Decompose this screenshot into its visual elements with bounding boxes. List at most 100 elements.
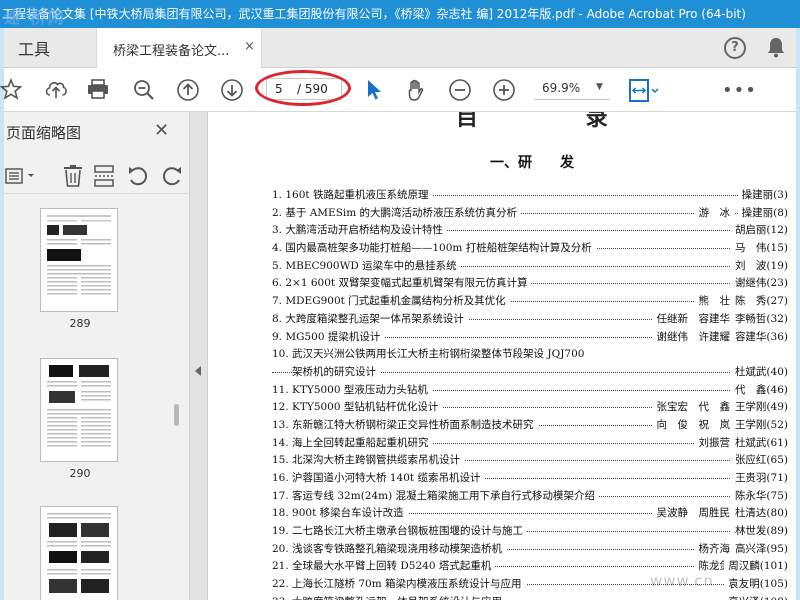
toc-entry-author-page: 操建丽(3)	[737, 187, 788, 202]
toc-entry[interactable]: 10. 武汉天兴洲公铁两用长江大桥主桁钢桁梁整体节段架设 JQJ700	[272, 345, 788, 363]
star-icon[interactable]	[0, 77, 23, 104]
toc-entry-author-page: 陈永华(75)	[730, 487, 788, 503]
help-icon[interactable]: ?	[724, 37, 746, 59]
tab-document[interactable]: 桥梁工程装备论文... ×	[96, 28, 262, 68]
thumbnail-scrollbar[interactable]	[172, 212, 182, 600]
toc-entry[interactable]: 11. KTY5000 型液压动力头钻机 代 鑫(46)	[272, 381, 788, 399]
thumbnail-page-number: 290	[69, 467, 91, 480]
toc-entry[interactable]: 20. 浅谈客专铁路整孔箱梁现浇用移动模架造桥机 杨齐海 高兴泽(95)	[272, 540, 788, 558]
thumbnail-panel: 页面缩略图 ✕ 289 290	[4, 112, 190, 600]
zoom-select[interactable]: 69.9% ▼	[534, 78, 610, 100]
more-icon[interactable]: •••	[722, 80, 757, 101]
search-zoom-icon[interactable]	[132, 78, 156, 106]
chevron-down-icon: ▼	[596, 82, 603, 92]
toc-entry[interactable]: 23. 大跨度箱梁整孔运架一体吊架系统设计与应用 高兴泽(108)	[272, 593, 788, 600]
toc-entry-coauthors: 刘振营	[694, 434, 734, 450]
toc-entry[interactable]: 9. MG500 提梁机设计 谢继伟 许建耀 容建华(36)	[272, 328, 788, 346]
toc-entry[interactable]: 13. 东新赣江特大桥钢桁梁正交异性桥面系制造技术研究 向 俊 祝 岚王学刚(52…	[272, 416, 788, 434]
toc-entry-author-page: 高兴泽(95)	[730, 540, 788, 556]
page-thumbnail[interactable]	[40, 358, 118, 462]
toc-entry[interactable]: 8. 大跨度箱梁整孔运架一体吊架系统设计 任继新 容建华 李畅哲(32)	[272, 310, 788, 328]
section-title: 一、研 发	[490, 155, 574, 171]
toc-entry-title: 23. 大跨度箱梁整孔运架一体吊架系统设计与应用	[272, 593, 507, 600]
toc-entry[interactable]: 架桥机的研究设计 杜斌武(40)	[272, 363, 788, 381]
toc-entry-title: 架桥机的研究设计	[292, 363, 380, 379]
scrollbar-thumb[interactable]	[174, 404, 179, 426]
page-down-icon[interactable]	[220, 78, 244, 106]
tab-tools[interactable]: 工具	[18, 36, 50, 60]
toc-entry-title: 17. 客运专线 32m(24m) 混凝土箱梁施工用下承自行式移动模架介绍	[272, 487, 600, 503]
print-icon[interactable]	[86, 78, 110, 104]
toc-entry[interactable]: 16. 沪蓉国道小河特大桥 140t 缆索吊机设计 王贵羽(71)	[272, 469, 788, 487]
toc-entry[interactable]: 19. 二七路长江大桥主墩承台钢板桩围堰的设计与施工 林世发(89)	[272, 522, 788, 540]
zoom-value: 69.9%	[542, 81, 581, 95]
table-of-contents: 1. 160t 铁路起重机液压系统原理 操建丽(3) 2. 基于 AMESim 的大…	[272, 186, 788, 600]
toc-entry-coauthors: 吴波静 周胜民	[652, 505, 734, 521]
zoom-in-icon[interactable]	[492, 78, 516, 106]
toc-entry[interactable]: 6. 2×1 600t 双臂架变幅式起重机臂架有限元仿真计算 谢继伟(23)	[272, 274, 788, 292]
select-cursor-icon[interactable]	[364, 78, 384, 106]
toc-entry[interactable]: 4. 国内最高桩架多功能打桩船——100m 打桩船桩架结构计算及分析 马 伟(15…	[272, 239, 788, 257]
toc-entry-author-page: 陈 秀(27)	[730, 293, 788, 309]
toc-entry[interactable]: 14. 海上全回转起重船起重机研究 刘振营 杜斌武(61)	[272, 434, 788, 452]
window-title: 工程装备论文集 [中铁大桥局集团有限公司，武汉重工集团股份有限公司，《桥梁》杂志…	[2, 7, 746, 21]
toc-entry-title: 2. 基于 AMESim 的大鹏湾活动桥液压系统仿真分析	[272, 204, 522, 220]
toc-entry[interactable]: 18. 900t 移梁台车设计改造 吴波静 周胜民 杜清达(80)	[272, 504, 788, 522]
toc-entry-title: 18. 900t 移梁台车设计改造	[272, 505, 408, 521]
toc-entry[interactable]: 12. KTY5000 型钻机钻杆优化设计 张宝宏 代 鑫王学刚(49)	[272, 398, 788, 416]
window-title-bar: 工程装备论文集 [中铁大桥局集团有限公司，武汉重工集团股份有限公司，《桥梁》杂志…	[0, 0, 800, 28]
page-thumbnail[interactable]	[40, 208, 118, 312]
upload-icon[interactable]	[44, 78, 68, 104]
toc-entry-author-page: 马 伟(15)	[730, 240, 788, 256]
toc-entry-coauthors: 熊 壮	[694, 293, 734, 309]
toc-entry-author-page: 刘 波(19)	[730, 257, 788, 273]
toc-entry-title: 12. KTY5000 型钻机钻杆优化设计	[272, 399, 443, 415]
toc-entry-coauthors: 杨齐海	[694, 540, 734, 556]
toc-entry-title: 8. 大跨度箱梁整孔运架一体吊架系统设计	[272, 310, 468, 326]
toc-entry-title: 5. MBEC900WD 运梁车中的悬挂系统	[272, 257, 461, 273]
toc-entry-title: 10. 武汉天兴洲公铁两用长江大桥主桁钢桁梁整体节段架设 JQJ700	[272, 346, 589, 362]
tab-bar: 工具 桥梁工程装备论文... × ?	[4, 28, 796, 68]
toc-entry[interactable]: 2. 基于 AMESim 的大鹏湾活动桥液压系统仿真分析 游 冰操建丽(8)	[272, 204, 788, 222]
toc-entry[interactable]: 3. 大鹏湾活动开启桥结构及设计特性 胡启丽(12)	[272, 221, 788, 239]
toc-entry[interactable]: 15. 北深沟大桥主跨钢管拱缆索吊机设计 张应红(65)	[272, 451, 788, 469]
tab-close-icon[interactable]: ×	[244, 39, 255, 54]
toc-entry-title: 19. 二七路长江大桥主墩承台钢板桩围堰的设计与施工	[272, 523, 528, 539]
rotate-icon[interactable]	[160, 164, 184, 192]
toc-entry[interactable]: 17. 客运专线 32m(24m) 混凝土箱梁施工用下承自行式移动模架介绍 陈永华…	[272, 487, 788, 505]
toc-entry[interactable]: 5. MBEC900WD 运梁车中的悬挂系统 刘 波(19)	[272, 257, 788, 275]
toc-entry-coauthors: 张宝宏 代 鑫	[652, 399, 734, 415]
panel-splitter[interactable]	[190, 112, 208, 600]
panel-close-icon[interactable]: ✕	[154, 120, 169, 141]
toc-entry[interactable]: 7. MDEG900t 门式起重机金属结构分析及其优化 熊 壮陈 秀(27)	[272, 292, 788, 310]
toc-entry-title: 9. MG500 提梁机设计	[272, 328, 385, 344]
toc-entry-title: 13. 东新赣江特大桥钢桁梁正交异性桥面系制造技术研究	[272, 416, 538, 432]
undo-icon[interactable]	[126, 164, 150, 192]
page-up-icon[interactable]	[176, 78, 200, 106]
hand-icon[interactable]	[404, 78, 428, 106]
toc-entry-author-page: 周汉麟(101)	[724, 558, 788, 574]
zoom-out-icon[interactable]	[448, 78, 472, 106]
toc-entry[interactable]: 21. 全球最大水平臂上回转 D5240 塔式起重机 陈龙剑 周汉麟(101)	[272, 557, 788, 575]
toc-entry-author-page: 高兴泽(108)	[724, 593, 788, 600]
toc-entry-title: 11. KTY5000 型液压动力头钻机	[272, 381, 432, 397]
toc-entry-coauthors: 向 俊 祝 岚	[652, 416, 734, 432]
toc-entry-author-page: 杜斌武(40)	[730, 363, 788, 379]
toc-entry[interactable]: 1. 160t 铁路起重机液压系统原理 操建丽(3)	[272, 186, 788, 204]
delete-icon[interactable]	[62, 164, 84, 192]
options-icon[interactable]	[4, 166, 38, 190]
extract-icon[interactable]	[92, 164, 118, 192]
toc-entry-title: 4. 国内最高桩架多功能打桩船——100m 打桩船桩架结构计算及分析	[272, 240, 596, 256]
toc-entry-author-page: 胡启丽(12)	[730, 222, 788, 238]
document-view[interactable]: 目 录 一、研 发 1. 160t 铁路起重机液压系统原理 操建丽(3) 2. 基于…	[208, 112, 796, 600]
tab-document-label: 桥梁工程装备论文...	[113, 44, 230, 59]
toc-entry-title: 14. 海上全回转起重船起重机研究	[272, 434, 433, 450]
fit-page-icon[interactable]	[628, 78, 662, 108]
toc-entry-title: 21. 全球最大水平臂上回转 D5240 塔式起重机	[272, 558, 496, 574]
collapse-panel-arrow-icon[interactable]	[195, 366, 201, 376]
main-toolbar: 5 / 590 69.9% ▼ •••	[0, 68, 796, 112]
toc-entry-author-page: 林世发(89)	[730, 523, 788, 539]
toc-entry-coauthors: 任继新 容建华	[652, 310, 734, 326]
page-thumbnail[interactable]	[40, 506, 118, 600]
bell-icon[interactable]	[766, 36, 786, 62]
